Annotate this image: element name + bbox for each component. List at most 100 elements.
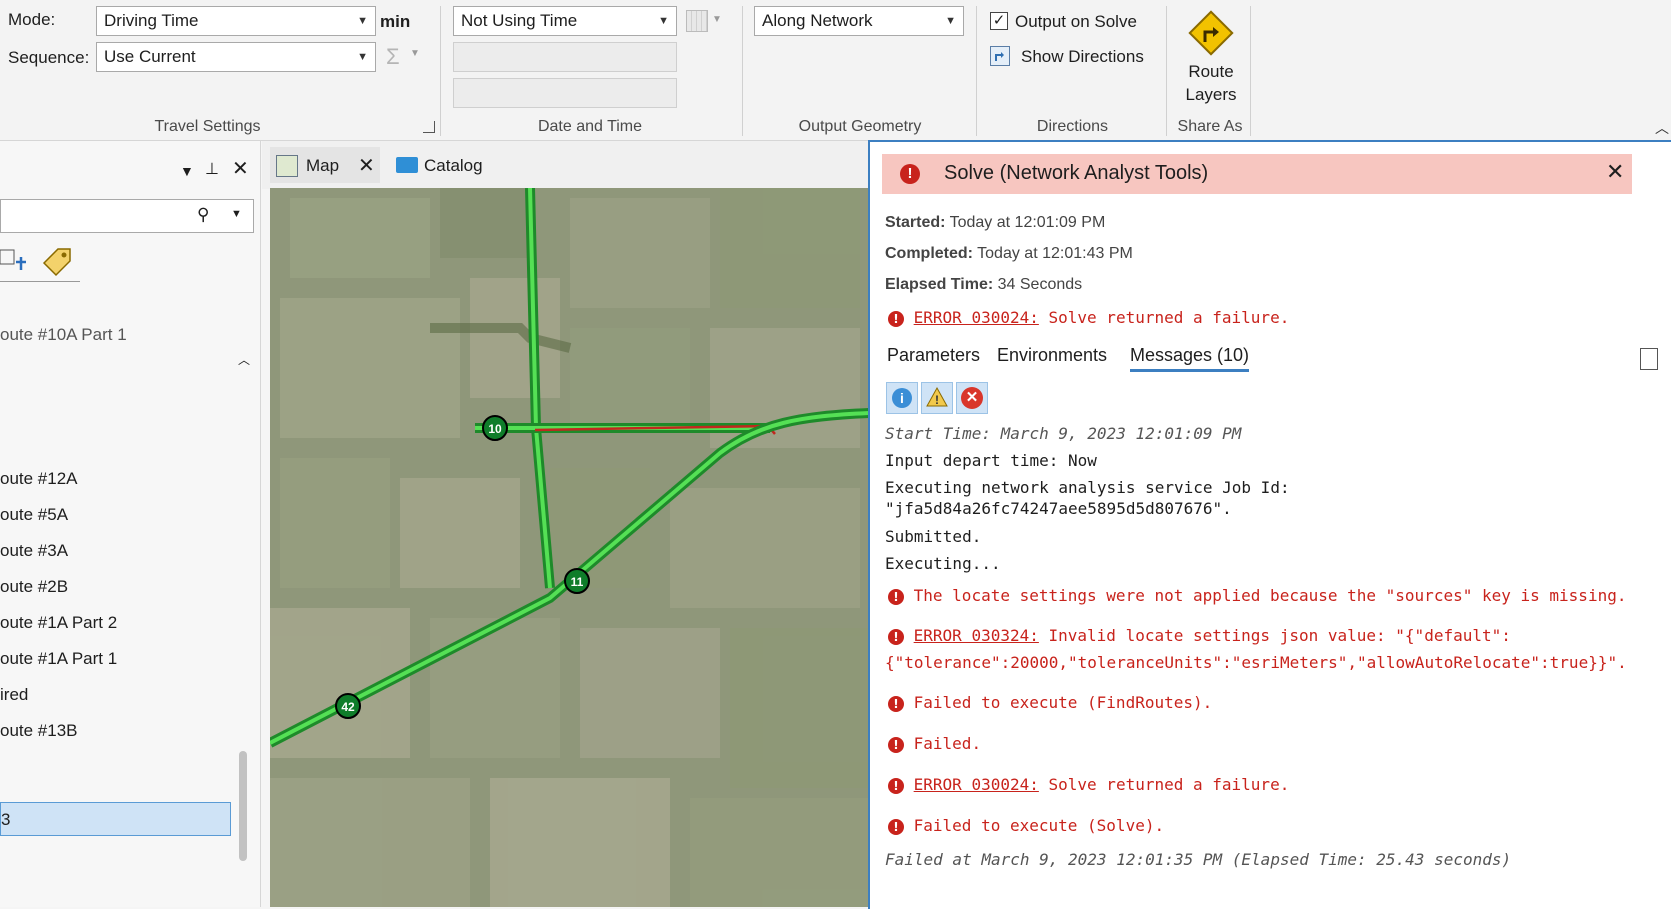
message-error: ! Failed. xyxy=(888,734,981,753)
message-error: ! ERROR 030024: Solve returned a failure… xyxy=(888,775,1289,794)
group-divider xyxy=(1166,6,1167,136)
close-icon[interactable]: ✕ xyxy=(1606,159,1624,185)
message-executing: Executing... xyxy=(885,554,1001,573)
tab-environments[interactable]: Environments xyxy=(997,345,1107,366)
collapse-ribbon-icon[interactable]: ︿ xyxy=(1655,118,1669,138)
list-item[interactable]: oute #5A xyxy=(0,505,68,525)
panel-header: ! Solve (Network Analyst Tools) ✕ xyxy=(882,154,1632,194)
chevron-down-icon[interactable]: ▼ xyxy=(231,208,242,220)
tab-map-label: Map xyxy=(306,156,340,175)
output-on-solve-checkbox[interactable]: ✓ xyxy=(990,12,1008,30)
add-feature-icon[interactable] xyxy=(0,246,26,276)
tab-map[interactable]: Map ✕ xyxy=(270,147,380,183)
date-input[interactable] xyxy=(453,42,677,72)
error-text: Solve returned a failure. xyxy=(1038,775,1290,794)
list-item[interactable]: oute #10A Part 1 xyxy=(0,325,127,345)
route-layers-label-line1[interactable]: Route xyxy=(1176,62,1246,82)
list-item[interactable]: oute #1A Part 1 xyxy=(0,649,117,669)
error-text: Failed to execute (FindRoutes). xyxy=(913,693,1213,712)
view-tabs: Map ✕ Catalog xyxy=(262,141,869,189)
message-error: ! Failed to execute (Solve). xyxy=(888,816,1164,835)
started-row: Started: Today at 12:01:09 PM xyxy=(885,214,1105,232)
list-item-label: 3 xyxy=(1,810,11,829)
message-error-continued: {"tolerance":20000,"toleranceUnits":"esr… xyxy=(885,653,1627,672)
completed-row: Completed: Today at 12:01:43 PM xyxy=(885,245,1133,263)
error-code-link[interactable]: ERROR 030024: xyxy=(914,308,1039,327)
label-tag-icon[interactable] xyxy=(40,245,74,277)
sum-icon[interactable]: Σ xyxy=(386,44,400,70)
list-item-selected[interactable]: 3 xyxy=(0,802,231,836)
stop-label: 10 xyxy=(488,422,502,436)
map-view[interactable]: 10 11 42 xyxy=(270,188,869,907)
pin-icon[interactable]: ⊥ xyxy=(205,159,219,179)
error-text: Solve returned a failure. xyxy=(1038,308,1290,327)
contents-pane: ▼ ⊥ ✕ ⚲ ▼ oute #10A Part 1 oute #12A out… xyxy=(0,141,261,907)
message-error: ! ERROR 030324: Invalid locate settings … xyxy=(888,626,1511,645)
error-text: Failed. xyxy=(913,734,982,753)
close-icon[interactable]: ✕ xyxy=(232,156,249,181)
chevron-down-icon[interactable]: ▼ xyxy=(180,163,194,179)
stop-42[interactable]: 42 xyxy=(335,693,361,719)
list-item[interactable]: ired xyxy=(0,685,28,705)
error-icon: ! xyxy=(900,164,920,184)
sequence-label: Sequence: xyxy=(8,48,90,67)
tab-catalog-label: Catalog xyxy=(424,156,483,175)
list-item[interactable]: oute #1A Part 2 xyxy=(0,613,117,633)
chevron-down-icon[interactable]: ▼ xyxy=(712,14,722,25)
mode-unit-label: min xyxy=(380,12,411,31)
error-text: Failed to execute (Solve). xyxy=(913,816,1165,835)
directions-group-label: Directions xyxy=(1036,118,1109,135)
divider xyxy=(0,281,80,282)
list-item[interactable]: oute #3A xyxy=(0,541,68,561)
error-code-link[interactable]: ERROR 030024: xyxy=(914,775,1039,794)
show-directions-label[interactable]: Show Directions xyxy=(1021,47,1144,67)
dialog-launcher-icon[interactable] xyxy=(423,121,435,133)
scrollbar[interactable]: ︿ xyxy=(234,351,254,907)
output-geometry-combobox[interactable]: Along Network ▼ xyxy=(754,6,964,36)
time-combobox[interactable]: Not Using Time ▼ xyxy=(453,6,677,36)
message-job-id: "jfa5d84a26fc74247aee5895d5d807676". xyxy=(885,499,1232,518)
error-code-link[interactable]: ERROR 030324: xyxy=(914,626,1039,645)
mode-combobox[interactable]: Driving Time ▼ xyxy=(96,6,376,36)
list-item[interactable]: oute #2B xyxy=(0,577,68,597)
chevron-down-icon[interactable]: ▼ xyxy=(410,48,420,59)
search-input[interactable]: ⚲ ▼ xyxy=(0,199,254,233)
route-layers-label-line2[interactable]: Layers xyxy=(1176,85,1246,105)
error-text: Invalid locate settings json value: "{"d… xyxy=(1038,626,1511,645)
copy-icon[interactable] xyxy=(1640,348,1658,370)
output-on-solve-label[interactable]: Output on Solve xyxy=(1015,12,1137,32)
list-item[interactable]: oute #12A xyxy=(0,469,78,489)
list-item[interactable]: oute #13B xyxy=(0,721,78,741)
catalog-icon xyxy=(396,157,418,173)
directions-icon[interactable] xyxy=(990,46,1010,66)
completed-value: Today at 12:01:43 PM xyxy=(977,245,1133,262)
message-error: ! The locate settings were not applied b… xyxy=(888,586,1626,605)
search-icon[interactable]: ⚲ xyxy=(197,205,209,225)
error-icon: ! xyxy=(888,819,904,835)
group-divider xyxy=(1250,6,1251,136)
sequence-combobox[interactable]: Use Current ▼ xyxy=(96,42,376,72)
chevron-up-icon[interactable]: ︿ xyxy=(238,351,250,368)
chevron-down-icon: ▼ xyxy=(357,15,368,27)
close-icon[interactable]: ✕ xyxy=(358,153,375,178)
info-filter-button[interactable]: i xyxy=(886,382,918,414)
geometry-value: Along Network xyxy=(762,11,873,30)
scrollbar-thumb[interactable] xyxy=(239,751,247,861)
tab-catalog[interactable]: Catalog xyxy=(392,147,512,183)
stop-10[interactable]: 10 xyxy=(482,415,508,441)
info-icon: i xyxy=(892,388,912,408)
message-executing-job: Executing network analysis service Job I… xyxy=(885,478,1290,497)
error-icon: ! xyxy=(888,311,904,327)
calendar-icon[interactable] xyxy=(686,10,708,32)
mode-value: Driving Time xyxy=(104,11,199,30)
map-canvas[interactable]: 10 11 42 xyxy=(270,188,869,907)
route-layers-icon[interactable] xyxy=(1186,8,1236,58)
warning-filter-button[interactable]: ! xyxy=(921,382,953,414)
error-filter-button[interactable]: ✕ xyxy=(956,382,988,414)
output-geometry-label: Output Geometry xyxy=(798,118,922,135)
tab-messages[interactable]: Messages (10) xyxy=(1130,345,1250,372)
time-input[interactable] xyxy=(453,78,677,108)
completed-label: Completed: xyxy=(885,245,973,262)
tab-parameters[interactable]: Parameters xyxy=(887,345,980,366)
stop-11[interactable]: 11 xyxy=(564,568,590,594)
